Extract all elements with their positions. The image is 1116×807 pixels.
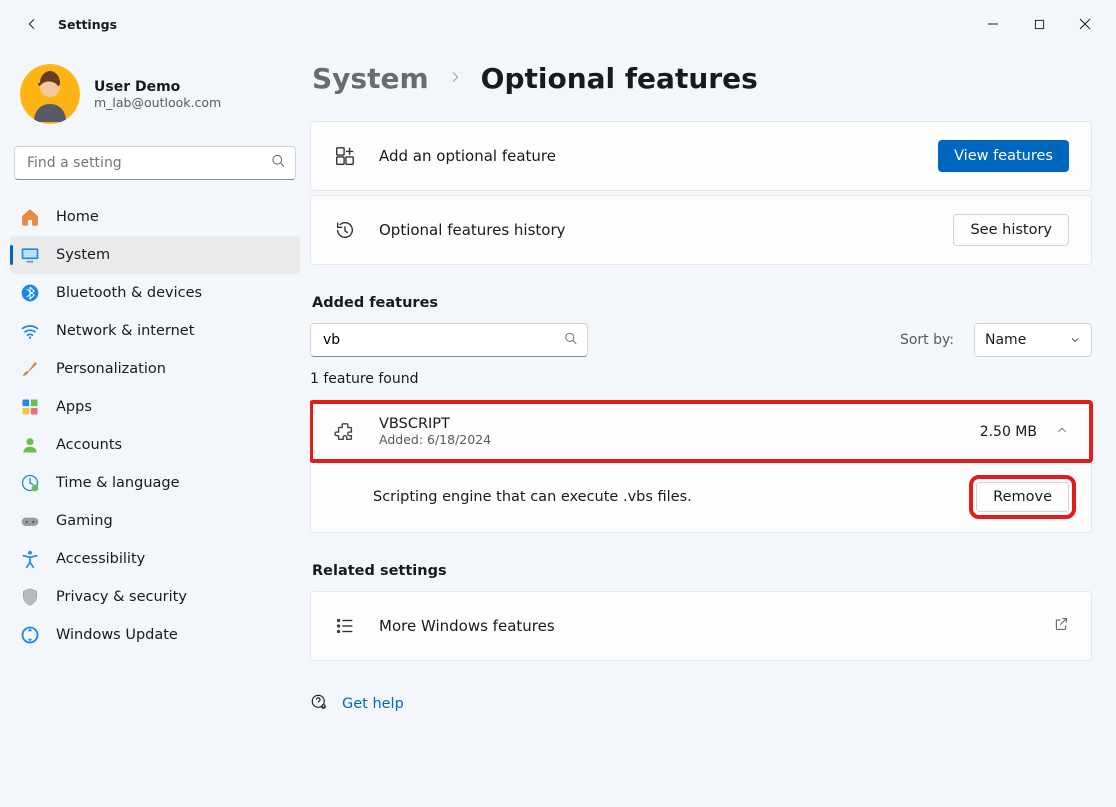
history-label: Optional features history <box>379 221 953 239</box>
feature-item: VBSCRIPT Added: 6/18/2024 2.50 MB Script… <box>310 401 1092 533</box>
chevron-down-icon <box>1069 334 1081 346</box>
feature-name: VBSCRIPT <box>379 416 980 432</box>
nav-label: Apps <box>56 399 92 415</box>
accessibility-icon <box>20 549 40 569</box>
feature-header[interactable]: VBSCRIPT Added: 6/18/2024 2.50 MB <box>311 402 1091 461</box>
nav-item-accessibility[interactable]: Accessibility <box>10 540 300 578</box>
remove-button[interactable]: Remove <box>976 482 1069 512</box>
search-icon <box>564 331 578 350</box>
nav-label: Network & internet <box>56 323 194 339</box>
chevron-right-icon <box>447 69 463 89</box>
help-icon <box>310 693 328 715</box>
nav-label: Gaming <box>56 513 113 529</box>
puzzle-icon <box>333 420 357 444</box>
user-email: m_lab@outlook.com <box>94 95 221 110</box>
nav-label: Home <box>56 209 99 225</box>
system-icon <box>20 245 40 265</box>
maximize-button[interactable] <box>1016 9 1062 39</box>
breadcrumb-current: Optional features <box>481 62 758 95</box>
nav-list: Home System Bluetooth & devices Network … <box>0 198 310 654</box>
feature-size: 2.50 MB <box>980 424 1037 440</box>
brush-icon <box>20 359 40 379</box>
main-panel: System Optional features Add an optional… <box>310 48 1116 807</box>
added-features-heading: Added features <box>312 295 1092 311</box>
avatar <box>20 64 80 124</box>
shield-icon <box>20 587 40 607</box>
gamepad-icon <box>20 511 40 531</box>
breadcrumb-parent[interactable]: System <box>312 62 429 95</box>
nav-label: Bluetooth & devices <box>56 285 202 301</box>
search-input[interactable] <box>14 146 296 180</box>
apps-icon <box>20 397 40 417</box>
nav-item-bluetooth[interactable]: Bluetooth & devices <box>10 274 300 312</box>
nav-label: Accessibility <box>56 551 145 567</box>
sort-select[interactable]: Name <box>974 323 1092 357</box>
nav-item-update[interactable]: Windows Update <box>10 616 300 654</box>
nav-item-time[interactable]: Time & language <box>10 464 300 502</box>
nav-item-network[interactable]: Network & internet <box>10 312 300 350</box>
nav-item-apps[interactable]: Apps <box>10 388 300 426</box>
external-link-icon <box>1053 616 1069 636</box>
get-help-row[interactable]: Get help <box>310 693 1092 715</box>
nav-label: Personalization <box>56 361 166 377</box>
add-feature-card: Add an optional feature View features <box>310 121 1092 191</box>
back-button[interactable] <box>16 8 48 40</box>
home-icon <box>20 207 40 227</box>
nav-item-system[interactable]: System <box>10 236 300 274</box>
minimize-button[interactable] <box>970 9 1016 39</box>
nav-label: Accounts <box>56 437 122 453</box>
feature-description: Scripting engine that can execute .vbs f… <box>373 489 692 505</box>
nav-label: Windows Update <box>56 627 178 643</box>
more-features-label: More Windows features <box>379 617 1053 635</box>
add-grid-icon <box>333 144 357 168</box>
update-icon <box>20 625 40 645</box>
view-features-button[interactable]: View features <box>938 140 1069 172</box>
nav-label: Time & language <box>56 475 180 491</box>
result-count: 1 feature found <box>310 371 1092 387</box>
feature-filter-input[interactable] <box>310 323 588 357</box>
chevron-up-icon <box>1055 422 1069 441</box>
search-icon <box>271 154 286 173</box>
get-help-link[interactable]: Get help <box>342 696 404 712</box>
sort-value: Name <box>985 332 1026 348</box>
nav-item-personalization[interactable]: Personalization <box>10 350 300 388</box>
nav-item-home[interactable]: Home <box>10 198 300 236</box>
add-feature-label: Add an optional feature <box>379 147 938 165</box>
nav-item-gaming[interactable]: Gaming <box>10 502 300 540</box>
title-bar: Settings <box>0 0 1116 48</box>
close-button[interactable] <box>1062 9 1108 39</box>
feature-added-date: Added: 6/18/2024 <box>379 432 980 447</box>
person-icon <box>20 435 40 455</box>
wifi-icon <box>20 321 40 341</box>
more-features-card[interactable]: More Windows features <box>310 591 1092 661</box>
see-history-button[interactable]: See history <box>953 214 1069 246</box>
sidebar: User Demo m_lab@outlook.com Home System … <box>0 48 310 807</box>
user-name: User Demo <box>94 79 221 95</box>
clock-globe-icon <box>20 473 40 493</box>
app-title: Settings <box>58 17 117 32</box>
related-settings-heading: Related settings <box>312 563 1092 579</box>
sort-label: Sort by: <box>900 332 954 348</box>
nav-item-accounts[interactable]: Accounts <box>10 426 300 464</box>
profile-block[interactable]: User Demo m_lab@outlook.com <box>0 60 310 142</box>
nav-label: Privacy & security <box>56 589 187 605</box>
breadcrumb: System Optional features <box>310 62 1092 95</box>
nav-label: System <box>56 247 110 263</box>
feature-detail: Scripting engine that can execute .vbs f… <box>311 461 1091 532</box>
nav-item-privacy[interactable]: Privacy & security <box>10 578 300 616</box>
list-icon <box>333 614 357 638</box>
history-icon <box>333 218 357 242</box>
history-card: Optional features history See history <box>310 195 1092 265</box>
bluetooth-icon <box>20 283 40 303</box>
